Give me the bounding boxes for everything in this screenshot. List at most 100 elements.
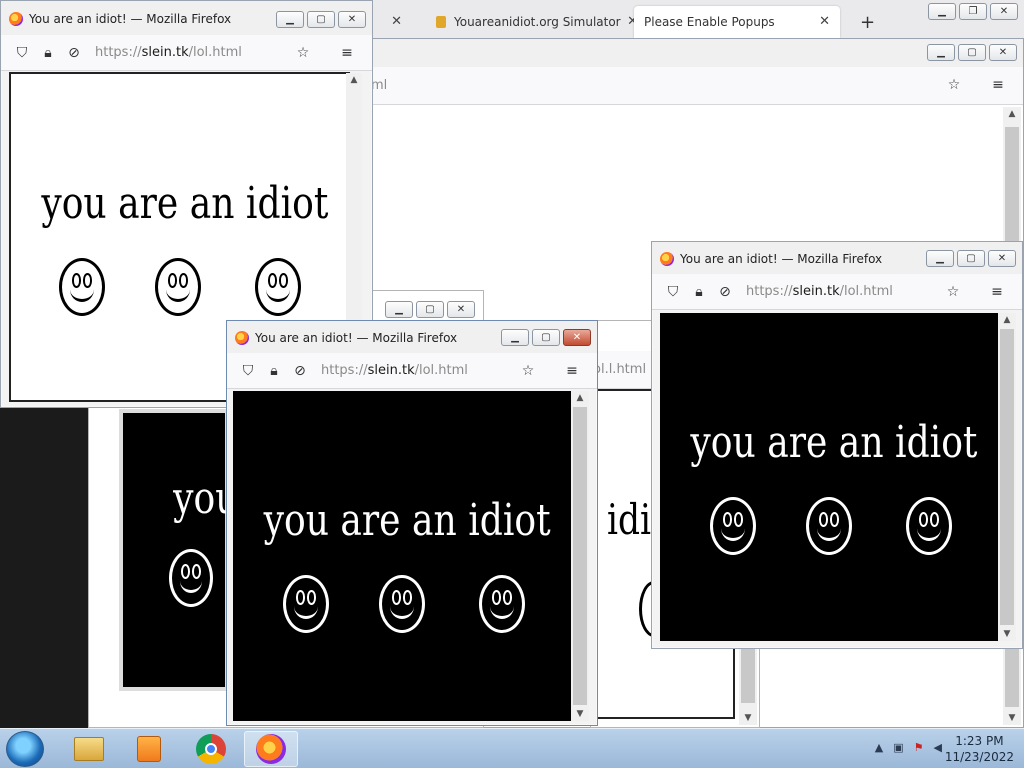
restore-button[interactable]: ▢ — [532, 329, 560, 346]
smiley-icon — [283, 575, 329, 633]
scroll-down-icon[interactable]: ▼ — [998, 629, 1016, 639]
shield-icon[interactable]: ⛉ — [662, 281, 684, 303]
bookmark-star-icon[interactable]: ☆ — [942, 281, 964, 303]
action-center-icon[interactable]: ⚑ — [914, 741, 924, 754]
close-tab-icon[interactable]: ✕ — [391, 14, 402, 29]
url-fragment[interactable]: ol.l.html — [593, 362, 646, 377]
bookmark-star-icon[interactable]: ☆ — [517, 360, 539, 382]
scrollbar[interactable]: ▲ ▼ — [998, 313, 1016, 641]
scroll-thumb[interactable] — [1000, 329, 1014, 625]
minimize-button[interactable]: ▁ — [927, 44, 955, 61]
minimize-button[interactable]: ▁ — [276, 11, 304, 28]
lock-icon[interactable]: 🔒︎ — [688, 281, 710, 303]
tab-enable-popups[interactable]: Please Enable Popups ✕ — [634, 6, 840, 38]
minimize-button[interactable]: ▁ — [928, 3, 956, 20]
permissions-icon[interactable]: ⊘ — [714, 281, 736, 303]
firefox-icon — [235, 331, 249, 345]
close-button[interactable]: ✕ — [988, 250, 1016, 267]
scroll-down-icon[interactable]: ▼ — [739, 713, 757, 723]
window-titlebar: You are an idiot! — Mozilla Firefox ▁ ▢ … — [1, 1, 372, 37]
tab-strip: ✕ Youareanidiot.org Simulator ✕ Please E… — [372, 0, 1024, 38]
tab-favicon-icon — [436, 16, 446, 28]
url-field[interactable]: https://slein.tk/lol.html — [95, 45, 242, 60]
tab-first[interactable]: ✕ — [372, 6, 412, 38]
permissions-icon[interactable]: ⊘ — [289, 360, 311, 382]
tab-label: Please Enable Popups — [644, 15, 775, 29]
bookmark-star-icon[interactable]: ☆ — [943, 74, 965, 96]
firefox-icon — [9, 12, 23, 26]
firefox-icon — [660, 252, 674, 266]
close-button[interactable]: ✕ — [338, 11, 366, 28]
bookmark-star-icon[interactable]: ☆ — [292, 42, 314, 64]
menu-icon[interactable]: ≡ — [336, 42, 358, 64]
close-button[interactable]: ✕ — [447, 301, 475, 318]
media-player-icon — [137, 736, 161, 762]
scroll-up-icon[interactable]: ▲ — [1003, 109, 1021, 119]
close-button[interactable]: ✕ — [989, 44, 1017, 61]
idiot-text: idi — [607, 495, 652, 544]
scroll-down-icon[interactable]: ▼ — [571, 709, 589, 719]
scrollbar[interactable]: ▲ ▼ — [571, 391, 589, 721]
minimize-button[interactable]: ▁ — [926, 250, 954, 267]
taskbar-explorer[interactable] — [62, 731, 116, 767]
popup-window-black-center: You are an idiot! — Mozilla Firefox ▁ ▢ … — [226, 320, 598, 726]
close-tab-icon[interactable]: ✕ — [819, 14, 830, 29]
permissions-icon[interactable]: ⊘ — [63, 42, 85, 64]
window-title: You are an idiot! — Mozilla Firefox — [29, 12, 232, 26]
minimize-button[interactable]: ▁ — [501, 329, 529, 346]
smiley-icon — [806, 497, 852, 555]
new-tab-button[interactable]: + — [850, 6, 880, 38]
url-field[interactable]: https://slein.tk/lol.html — [321, 363, 468, 378]
url-fragment[interactable]: ml — [371, 78, 387, 93]
restore-button[interactable]: ▢ — [957, 250, 985, 267]
clock-time: 1:23 PM — [955, 734, 1004, 748]
menu-icon[interactable]: ≡ — [987, 74, 1009, 96]
restore-button[interactable]: ▢ — [307, 11, 335, 28]
start-button[interactable] — [6, 731, 44, 767]
taskbar-chrome[interactable] — [184, 731, 238, 767]
nav-right: ☆ ≡ — [292, 42, 362, 64]
restore-button[interactable]: ❐ — [959, 3, 987, 20]
scroll-down-icon[interactable]: ▼ — [1003, 713, 1021, 723]
close-button[interactable]: ✕ — [563, 329, 591, 346]
menu-icon[interactable]: ≡ — [986, 281, 1008, 303]
restore-button[interactable]: ▢ — [416, 301, 444, 318]
taskbar-media-player[interactable] — [122, 731, 176, 767]
close-button[interactable]: ✕ — [990, 3, 1018, 20]
url-field[interactable]: https://slein.tk/lol.html — [746, 284, 893, 299]
smiley-icon — [710, 497, 756, 555]
scroll-up-icon[interactable]: ▲ — [571, 393, 589, 403]
smiley-icon — [59, 258, 105, 316]
menu-icon[interactable]: ≡ — [561, 360, 583, 382]
scroll-thumb[interactable] — [573, 407, 587, 705]
nav-right: ☆ ≡ — [943, 74, 1013, 96]
tab-simulator[interactable]: Youareanidiot.org Simulator ✕ — [426, 6, 638, 38]
volume-icon[interactable]: ◀ — [934, 741, 942, 754]
taskbar-firefox[interactable] — [244, 731, 298, 767]
shield-icon[interactable]: ⛉ — [237, 360, 259, 382]
shield-icon[interactable]: ⛉ — [11, 42, 33, 64]
window-controls: ▁ ▢ ✕ — [926, 250, 1016, 267]
window-controls: ▁ ▢ ✕ — [276, 11, 366, 28]
window-titlebar: You are an idiot! — Mozilla Firefox ▁ ▢ … — [227, 321, 597, 355]
tab-label: Youareanidiot.org Simulator — [454, 15, 621, 29]
window-controls: ▁ ▢ ✕ — [501, 329, 591, 346]
nav-right: ☆ ≡ — [517, 360, 587, 382]
minimize-button[interactable]: ▁ — [385, 301, 413, 318]
show-hidden-icons-icon[interactable]: ▲ — [875, 741, 883, 754]
firefox-icon — [256, 734, 286, 764]
page-content: you are an idiot — [660, 313, 998, 641]
network-icon[interactable]: ▣ — [893, 741, 903, 754]
scroll-up-icon[interactable]: ▲ — [998, 315, 1016, 325]
scroll-up-icon[interactable]: ▲ — [346, 75, 362, 85]
clock[interactable]: 1:23 PM 11/23/2022 — [945, 733, 1014, 765]
window-controls: ▁ ❐ ✕ — [928, 3, 1018, 20]
lock-icon[interactable]: 🔒︎ — [263, 360, 285, 382]
smiley-icon — [169, 549, 213, 607]
restore-button[interactable]: ▢ — [958, 44, 986, 61]
window-titlebar: You are an idiot! — Mozilla Firefox ▁ ▢ … — [652, 242, 1022, 276]
clock-date: 11/23/2022 — [944, 750, 1014, 764]
lock-icon[interactable]: 🔒︎ — [37, 42, 59, 64]
nav-right: ☆ ≡ — [942, 281, 1012, 303]
taskbar: ▲ ▣ ⚑ ◀ 1:23 PM 11/23/2022 — [0, 728, 1024, 768]
